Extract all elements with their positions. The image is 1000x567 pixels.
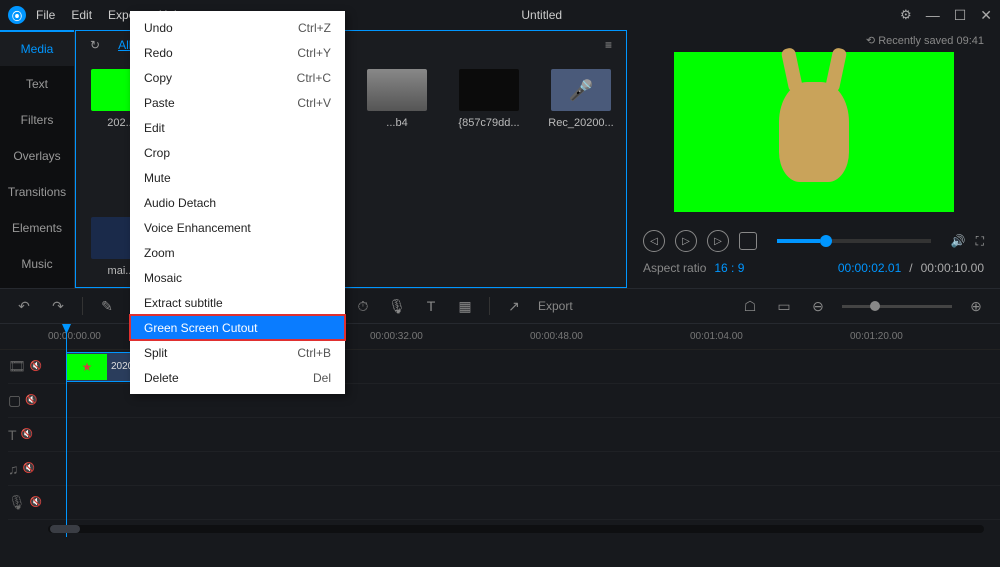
context-item-crop[interactable]: Crop <box>130 140 345 165</box>
play-button[interactable]: ▷ <box>675 230 697 252</box>
media-thumb[interactable]: 🎤 Rec_20200... <box>546 69 616 207</box>
thumb-label: Rec_20200... <box>546 117 616 129</box>
pip-track-icon: ▢ <box>8 392 21 409</box>
audio-track[interactable]: ♫🔇 <box>8 452 1000 486</box>
ruler-tick: 00:00:00.00 <box>48 331 101 342</box>
tab-text[interactable]: Text <box>0 66 74 102</box>
stop-button[interactable] <box>739 232 757 250</box>
context-item-voice-enhancement[interactable]: Voice Enhancement <box>130 215 345 240</box>
mosaic-icon[interactable]: ▦ <box>455 296 475 316</box>
time-separator: / <box>909 261 912 275</box>
settings-icon[interactable]: ⚙ <box>900 7 912 23</box>
tab-music[interactable]: Music <box>0 246 74 282</box>
context-item-mosaic[interactable]: Mosaic <box>130 265 345 290</box>
zoom-in-icon[interactable]: ⊕ <box>966 296 986 316</box>
export-icon[interactable]: ↗ <box>504 296 524 316</box>
context-item-extract-subtitle[interactable]: Extract subtitle <box>130 290 345 315</box>
refresh-icon[interactable]: ↻ <box>90 38 100 52</box>
context-item-delete[interactable]: DeleteDel <box>130 365 345 390</box>
playback-slider[interactable] <box>777 239 931 243</box>
context-item-paste[interactable]: PasteCtrl+V <box>130 90 345 115</box>
context-item-zoom[interactable]: Zoom <box>130 240 345 265</box>
next-frame-button[interactable]: ▷ <box>707 230 729 252</box>
context-item-undo[interactable]: UndoCtrl+Z <box>130 15 345 40</box>
text-track-icon: T <box>8 427 17 443</box>
timeline-scrollbar[interactable] <box>48 525 984 533</box>
export-button[interactable]: Export <box>538 299 573 313</box>
microphone-icon: 🎤 <box>551 69 611 111</box>
volume-icon[interactable]: 🔊 <box>951 234 966 248</box>
voice-track[interactable]: 🎙🔇 <box>8 486 1000 520</box>
zoom-out-icon[interactable]: ⊖ <box>808 296 828 316</box>
zoom-slider[interactable] <box>842 305 952 308</box>
thumb-label: {857c79dd... <box>454 117 524 129</box>
tab-overlays[interactable]: Overlays <box>0 138 74 174</box>
media-thumb[interactable]: {857c79dd... <box>454 69 524 207</box>
menu-file[interactable]: File <box>36 8 55 22</box>
speed-icon[interactable]: ⏱ <box>353 296 373 316</box>
aspect-label: Aspect ratio <box>643 261 706 275</box>
voice-track-icon: 🎙 <box>8 494 26 511</box>
minimize-button[interactable]: — <box>926 7 940 23</box>
preview-frame[interactable] <box>674 52 954 212</box>
fit-icon[interactable]: ▭ <box>774 296 794 316</box>
tab-filters[interactable]: Filters <box>0 102 74 138</box>
mute-icon[interactable]: 🔇 <box>30 361 42 372</box>
ruler-tick: 00:00:32.00 <box>370 331 423 342</box>
maximize-button[interactable]: ☐ <box>954 7 967 24</box>
thumb-label: ...b4 <box>362 117 432 129</box>
marker-icon[interactable]: ☖ <box>740 296 760 316</box>
audio-track-icon: ♫ <box>8 461 19 477</box>
clip-thumbnail <box>67 354 107 380</box>
text-tool-icon[interactable]: T <box>421 296 441 316</box>
context-item-mute[interactable]: Mute <box>130 165 345 190</box>
context-menu: UndoCtrl+ZRedoCtrl+YCopyCtrl+CPasteCtrl+… <box>130 11 345 394</box>
list-view-icon[interactable]: ≡ <box>605 38 612 52</box>
media-thumb[interactable]: ...b4 <box>362 69 432 207</box>
app-logo: ⦿ <box>8 6 26 24</box>
saved-status: ⟲ Recently saved 09:41 <box>866 34 984 47</box>
ruler-tick: 00:01:04.00 <box>690 331 743 342</box>
tab-transitions[interactable]: Transitions <box>0 174 74 210</box>
ruler-tick: 00:00:48.00 <box>530 331 583 342</box>
audio-icon[interactable]: 🎙 <box>387 296 407 316</box>
redo-icon[interactable]: ↷ <box>48 296 68 316</box>
text-track[interactable]: T🔇 <box>8 418 1000 452</box>
undo-icon[interactable]: ↶ <box>14 296 34 316</box>
context-item-redo[interactable]: RedoCtrl+Y <box>130 40 345 65</box>
context-item-copy[interactable]: CopyCtrl+C <box>130 65 345 90</box>
ruler-tick: 00:01:20.00 <box>850 331 903 342</box>
tab-media[interactable]: Media <box>0 30 74 66</box>
tab-elements[interactable]: Elements <box>0 210 74 246</box>
aspect-value[interactable]: 16 : 9 <box>714 261 744 275</box>
edit-icon[interactable]: ✎ <box>97 296 117 316</box>
context-item-green-screen-cutout[interactable]: Green Screen Cutout <box>130 315 345 340</box>
context-item-edit[interactable]: Edit <box>130 115 345 140</box>
left-sidebar: Media Text Filters Overlays Transitions … <box>0 30 75 288</box>
total-time: 00:00:10.00 <box>921 261 984 275</box>
current-time: 00:00:02.01 <box>838 261 901 275</box>
menu-edit[interactable]: Edit <box>71 8 92 22</box>
context-item-audio-detach[interactable]: Audio Detach <box>130 190 345 215</box>
video-track-icon: 🎞 <box>8 358 26 375</box>
fullscreen-icon[interactable]: ⛶ <box>976 234 984 249</box>
close-button[interactable]: ✕ <box>980 7 992 24</box>
preview-panel: ⟲ Recently saved 09:41 ◁ ▷ ▷ 🔊 ⛶ Aspect … <box>627 30 1000 288</box>
context-item-split[interactable]: SplitCtrl+B <box>130 340 345 365</box>
prev-frame-button[interactable]: ◁ <box>643 230 665 252</box>
playhead[interactable] <box>66 324 67 537</box>
preview-content <box>779 82 849 182</box>
